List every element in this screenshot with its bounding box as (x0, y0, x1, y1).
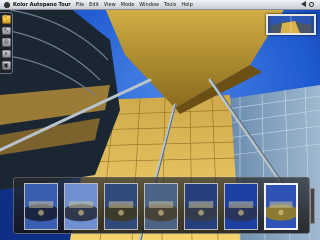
menu-file[interactable]: File (76, 2, 84, 8)
panorama-thumbnail-3[interactable] (104, 183, 138, 230)
panorama-thumbnail-7[interactable] (264, 183, 298, 230)
menu-view[interactable]: View (104, 2, 116, 8)
tool-palette: ✋ ↖ ◎ ⌕ ▣ (0, 12, 13, 74)
panorama-thumbnail-6[interactable] (224, 183, 258, 230)
application-window: Kolor Autopano Tour File Edit View Mode … (0, 0, 320, 240)
zoom-icon[interactable]: ⌕ (1, 49, 11, 59)
hotspot-icon[interactable]: ◎ (1, 38, 11, 47)
fullscreen-icon[interactable]: ▣ (1, 61, 11, 70)
panorama-thumbnail-4[interactable] (144, 183, 178, 230)
clock-icon[interactable] (309, 1, 314, 7)
volume-icon[interactable] (301, 1, 306, 7)
navigator-preview[interactable] (266, 14, 316, 35)
panorama-thumbnail-1[interactable] (24, 183, 58, 230)
panorama-preview-icon (270, 16, 312, 33)
apple-menu-icon[interactable] (4, 1, 10, 8)
menu-help[interactable]: Help (181, 2, 192, 8)
menu-bar: Kolor Autopano Tour File Edit View Mode … (0, 0, 320, 10)
pointer-icon[interactable]: ↖ (1, 26, 11, 36)
panorama-thumbnail-2[interactable] (64, 183, 98, 230)
filmstrip-scrollbar[interactable] (310, 188, 315, 224)
menu-tools[interactable]: Tools (164, 2, 176, 8)
panorama-filmstrip (13, 177, 315, 234)
menu-extras (301, 1, 317, 7)
panorama-thumbnail-5[interactable] (184, 183, 218, 230)
hand-icon[interactable]: ✋ (1, 15, 11, 24)
menu-app-name[interactable]: Kolor Autopano Tour (13, 2, 71, 8)
menu-mode[interactable]: Mode (121, 2, 135, 8)
menu-window[interactable]: Window (139, 2, 159, 8)
menu-edit[interactable]: Edit (89, 2, 99, 8)
